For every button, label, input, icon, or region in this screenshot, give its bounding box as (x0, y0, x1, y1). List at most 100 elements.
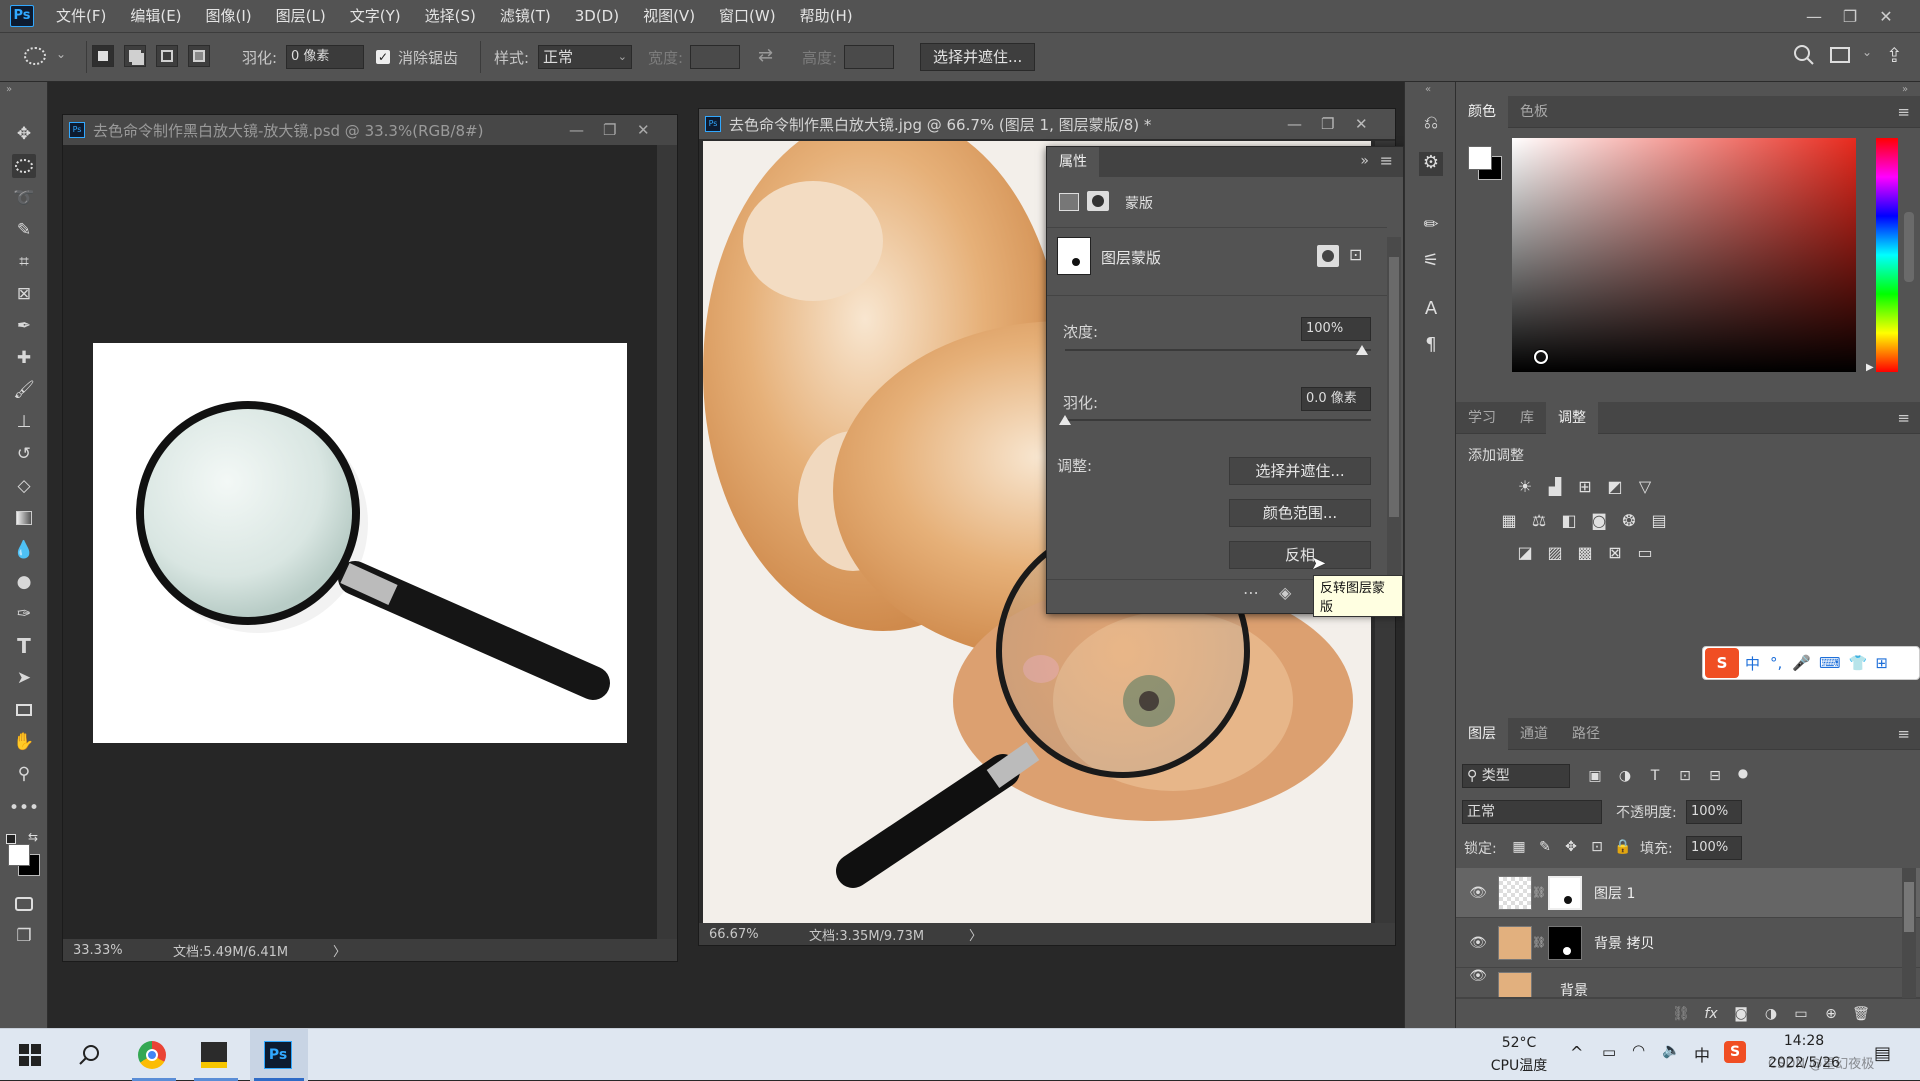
filter-type-icon[interactable]: T (1644, 765, 1666, 787)
sticky-notes-icon[interactable] (196, 1037, 232, 1073)
battery-icon[interactable]: ▭ (1602, 1043, 1616, 1061)
apply-mask-icon[interactable]: ◈ (1279, 583, 1291, 602)
threshold-icon[interactable]: ▩ (1574, 542, 1596, 564)
height-input[interactable] (844, 45, 894, 69)
tab-library[interactable]: 库 (1508, 402, 1546, 434)
mask-transform-icon[interactable]: ⊡ (1349, 245, 1371, 267)
elliptical-marquee-icon[interactable] (24, 47, 46, 65)
scrollbar-vertical[interactable] (1387, 237, 1401, 577)
search-icon[interactable] (72, 1037, 108, 1073)
new-selection-icon[interactable] (92, 45, 114, 67)
photoshop-logo[interactable]: Ps (10, 5, 34, 27)
layer-row[interactable]: 👁 ⛓ 图层 1 (1456, 868, 1920, 918)
microphone-icon[interactable]: 🎤 (1792, 654, 1811, 672)
tab-swatches[interactable]: 色板 (1508, 96, 1560, 128)
lock-transparent-icon[interactable]: ▦ (1508, 836, 1530, 858)
close-icon[interactable]: ✕ (1355, 115, 1395, 133)
filter-shape-icon[interactable]: ⊡ (1674, 765, 1696, 787)
search-icon[interactable] (1792, 43, 1816, 67)
antialias-checkbox[interactable]: ✓ (376, 50, 390, 64)
quick-select-tool-icon[interactable]: ✎ (12, 218, 36, 242)
layer-thumbnail[interactable] (1498, 875, 1532, 910)
posterize-icon[interactable]: ▨ (1544, 542, 1566, 564)
ime-lang-indicator[interactable]: 中 (1694, 1042, 1710, 1066)
menu-layer[interactable]: 图层(L) (264, 0, 338, 32)
layer-thumbnail[interactable] (1498, 925, 1532, 960)
link-icon[interactable]: ⛓ (1532, 886, 1546, 899)
pixel-mask-icon[interactable] (1059, 193, 1079, 211)
menu-type[interactable]: 文字(Y) (338, 0, 413, 32)
tab-paths[interactable]: 路径 (1560, 718, 1612, 750)
properties-icon[interactable]: ⚙ (1419, 152, 1443, 176)
invert-button[interactable]: 反相 (1229, 541, 1371, 569)
brush-settings-icon[interactable]: ✏ (1419, 214, 1443, 238)
notification-icon[interactable]: ▤ (1874, 1043, 1891, 1064)
color-field[interactable] (1512, 138, 1856, 372)
quick-mask-icon[interactable] (12, 892, 36, 916)
channel-mixer-icon[interactable]: ❂ (1618, 510, 1640, 532)
minimize-icon[interactable]: — (1287, 115, 1321, 133)
document-title-bar[interactable]: Ps 去色命令制作黑白放大镜.jpg @ 66.7% (图层 1, 图层蒙版/8… (699, 109, 1395, 139)
opacity-input[interactable]: 100% (1686, 800, 1742, 824)
blend-mode-select[interactable]: 正常 (1462, 800, 1602, 824)
history-brush-tool-icon[interactable]: ↺ (12, 442, 36, 466)
clone-stamp-tool-icon[interactable]: ⊥ (12, 410, 36, 434)
maximize-icon[interactable]: ❐ (1321, 115, 1355, 133)
scrollbar-vertical[interactable] (657, 145, 677, 941)
menu-window[interactable]: 窗口(W) (707, 0, 788, 32)
width-input[interactable] (690, 45, 740, 69)
feather-slider-thumb[interactable] (1059, 415, 1071, 425)
mask-select-icon[interactable] (1317, 245, 1339, 267)
add-selection-icon[interactable] (124, 45, 146, 67)
density-slider-thumb[interactable] (1356, 345, 1368, 355)
tab-color[interactable]: 颜色 (1456, 95, 1508, 128)
eye-icon[interactable]: 👁 (1464, 935, 1492, 951)
frame-tool-icon[interactable]: ⊠ (12, 282, 36, 306)
selective-color-icon[interactable]: ⊠ (1604, 542, 1626, 564)
move-tool-icon[interactable]: ✥ (12, 122, 36, 146)
history-icon[interactable]: ⎌ (1419, 112, 1443, 136)
chevron-down-icon[interactable]: ⌄ (1862, 45, 1872, 59)
zoom-level[interactable]: 33.33% (63, 943, 163, 958)
color-balance-icon[interactable]: ⚖ (1528, 510, 1550, 532)
fill-input[interactable]: 100% (1686, 836, 1742, 860)
style-select[interactable]: 正常 ⌄ (538, 45, 632, 69)
blur-tool-icon[interactable]: 💧 (12, 538, 36, 562)
chevron-down-icon[interactable]: ⌄ (56, 47, 66, 61)
fx-icon[interactable]: fx (1700, 1003, 1722, 1025)
share-icon[interactable]: ⇪ (1886, 43, 1903, 67)
exposure-icon[interactable]: ◩ (1604, 476, 1626, 498)
hue-slider[interactable] (1876, 138, 1898, 372)
hue-slider-thumb[interactable]: ▶ (1866, 362, 1874, 373)
paragraph-icon[interactable]: ¶ (1419, 334, 1443, 358)
density-input[interactable]: 100% (1301, 317, 1371, 341)
tab-adjustments[interactable]: 调整 (1546, 401, 1598, 434)
menu-file[interactable]: 文件(F) (44, 0, 118, 32)
black-white-icon[interactable]: ◧ (1558, 510, 1580, 532)
clock-time[interactable]: 14:28 (1764, 1033, 1844, 1049)
menu-image[interactable]: 图像(I) (194, 0, 264, 32)
trash-icon[interactable]: 🗑 (1850, 1003, 1872, 1025)
cpu-temp-value[interactable]: 52°C (1484, 1035, 1554, 1051)
subtract-selection-icon[interactable] (156, 45, 178, 67)
chrome-icon[interactable] (134, 1037, 170, 1073)
scrollbar-vertical[interactable] (1904, 212, 1914, 282)
panel-menu-icon[interactable]: ≡ (1380, 151, 1393, 170)
layer-filter-select[interactable]: ⚲ 类型 (1462, 764, 1570, 788)
rectangle-tool-icon[interactable] (12, 698, 36, 722)
filter-adjustment-icon[interactable]: ◑ (1614, 765, 1636, 787)
intersect-selection-icon[interactable] (188, 45, 210, 67)
ime-punct-icon[interactable]: °, (1770, 654, 1782, 672)
hand-tool-icon[interactable]: ✋ (12, 730, 36, 754)
tab-learn[interactable]: 学习 (1456, 402, 1508, 434)
menu-3d[interactable]: 3D(D) (563, 0, 631, 32)
select-and-mask-button[interactable]: 选择并遮住... (920, 43, 1036, 71)
ime-lang[interactable]: 中 (1745, 653, 1760, 674)
restore-button[interactable]: ❐ (1832, 7, 1868, 26)
ellipse-marquee-tool-icon[interactable] (12, 154, 36, 178)
windows-start-icon[interactable] (12, 1037, 48, 1073)
color-lookup-icon[interactable]: ▤ (1648, 510, 1670, 532)
adjustments-sliders-icon[interactable]: ⚟ (1419, 250, 1443, 274)
layer-row[interactable]: 👁 ⛓ 背景 拷贝 (1456, 918, 1920, 968)
skin-icon[interactable]: 👕 (1849, 654, 1868, 672)
